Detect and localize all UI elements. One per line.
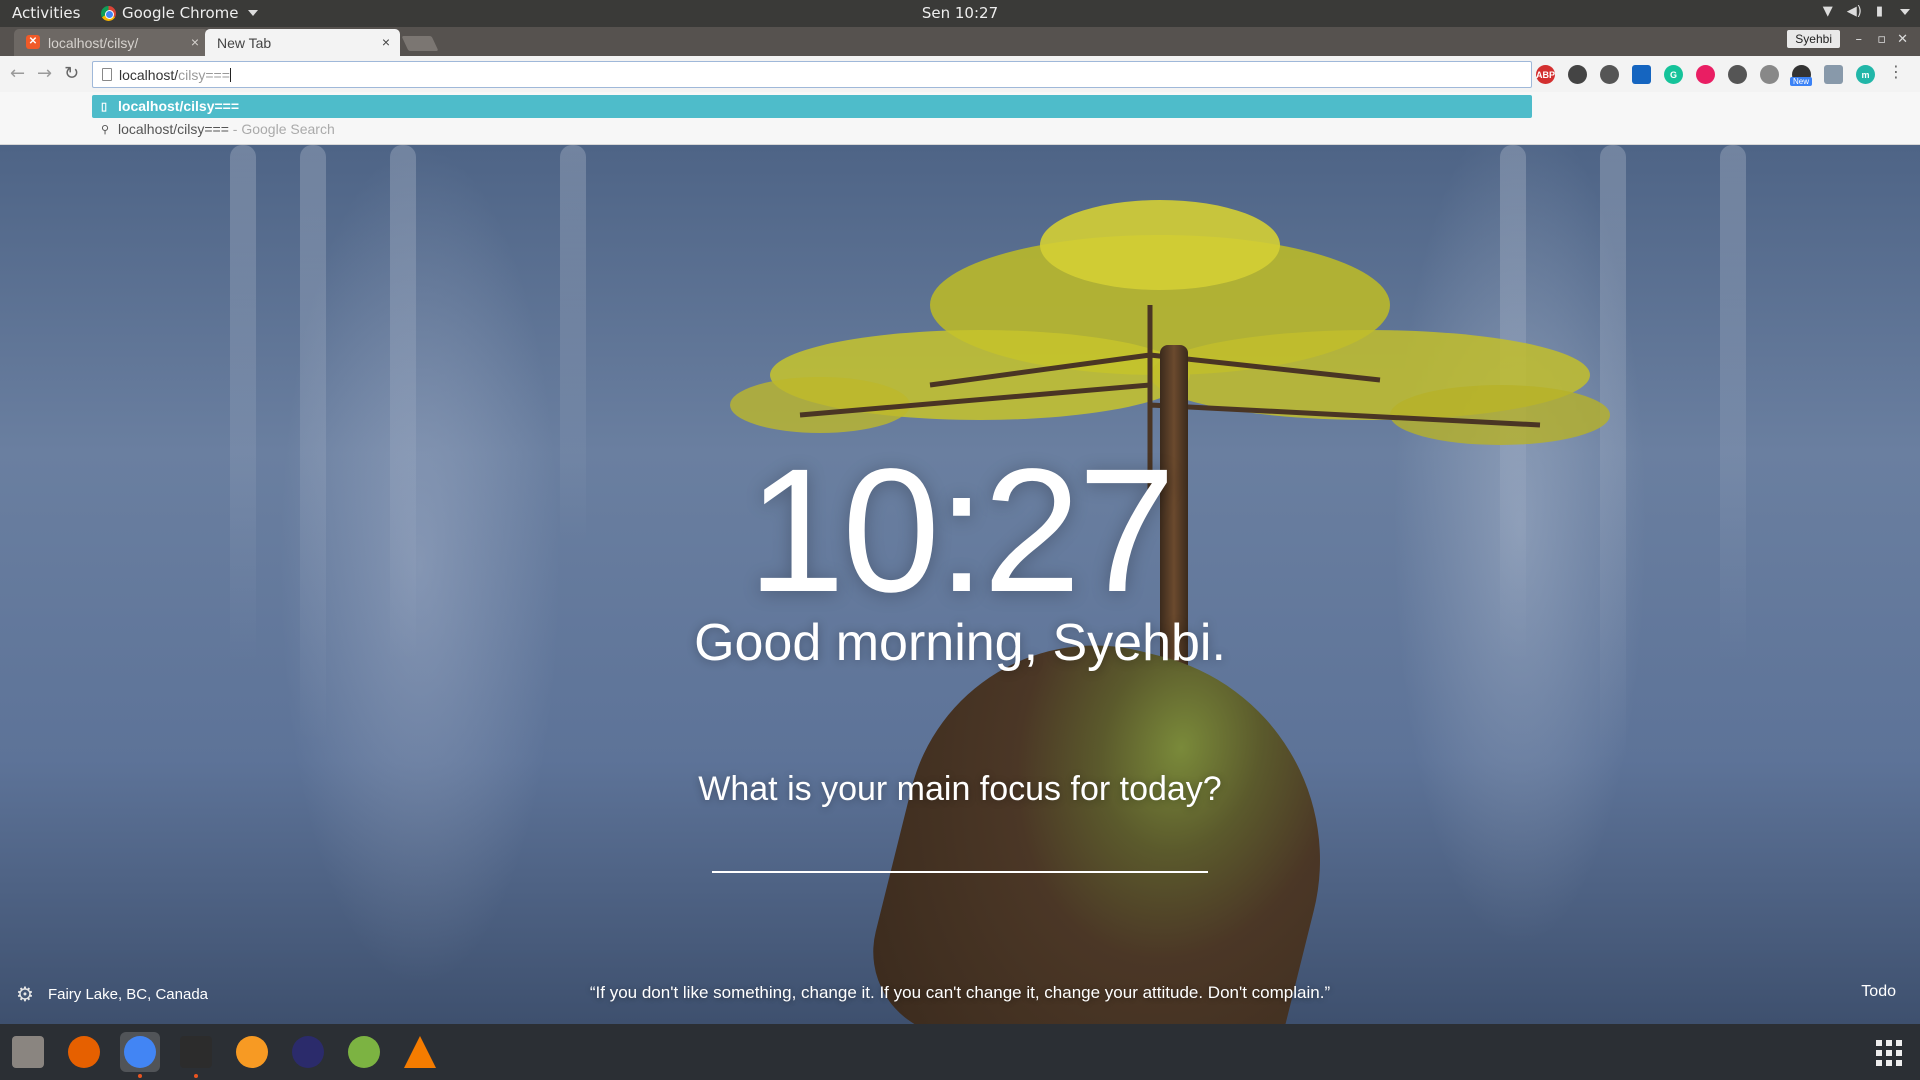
focus-question: What is your main focus for today? (698, 770, 1222, 808)
greeting-text: Good morning, Syehbi. (694, 614, 1226, 672)
code-icon[interactable] (1824, 65, 1843, 84)
todo-button[interactable]: Todo (1861, 983, 1896, 1001)
focus-input[interactable] (712, 835, 1208, 873)
tab-new-tab[interactable]: New Tab × (205, 29, 400, 56)
adblock-plus-icon[interactable]: ABP (1536, 65, 1555, 84)
suggestion-query: localhost/cilsy=== (118, 121, 229, 137)
maximize-icon[interactable]: ▫ (1877, 32, 1886, 47)
visual-studio-code-icon-glyph (292, 1036, 324, 1068)
app-menu[interactable]: Google Chrome (101, 4, 258, 22)
top-bar-clock[interactable]: Sen 10:27 (922, 4, 998, 22)
close-icon[interactable]: × (191, 35, 199, 49)
chevron-down-icon (1900, 8, 1910, 15)
minimize-icon[interactable]: – (1856, 32, 1863, 47)
daily-quote[interactable]: “If you don't like something, change it.… (0, 983, 1920, 1003)
terminal-icon[interactable] (176, 1032, 216, 1078)
sublime-text-icon-glyph (236, 1036, 268, 1068)
trello-icon[interactable] (1632, 65, 1651, 84)
tab-localhost[interactable]: ✕ localhost/cilsy/ × (14, 29, 209, 56)
text-cursor (229, 68, 231, 82)
tab-title: localhost/cilsy/ (48, 35, 139, 51)
system-tray[interactable]: ▼ ◀) ▮ (1823, 4, 1910, 19)
xampp-icon: ✕ (26, 35, 40, 49)
extensions-bar: ABP Gm (1536, 65, 1875, 84)
extension-icon[interactable] (1760, 65, 1779, 84)
firefox-icon[interactable] (64, 1032, 104, 1072)
wifi-icon: ▼ (1822, 4, 1833, 19)
tab-strip: ✕ localhost/cilsy/ × New Tab × Syehbi – … (0, 27, 1920, 56)
new-tab-button[interactable] (401, 36, 439, 51)
vlc-icon[interactable] (400, 1032, 440, 1072)
show-applications-icon[interactable] (1876, 1040, 1902, 1066)
omnibox-suggestions: ▯ localhost/cilsy=== ⚲ localhost/cilsy==… (0, 92, 1920, 145)
visual-studio-code-icon[interactable] (288, 1032, 328, 1072)
volume-icon: ◀) (1846, 4, 1862, 19)
page-icon (102, 68, 112, 81)
suggestion-desc: - Google Search (228, 121, 335, 137)
tab-title: New Tab (217, 35, 272, 51)
suggestion-url[interactable]: ▯ localhost/cilsy=== (92, 95, 1532, 118)
address-bar[interactable]: localhost/cilsy=== (92, 61, 1532, 88)
clock-display: 10:27 (747, 433, 1175, 629)
momentum-icon[interactable]: m (1856, 65, 1875, 84)
page-icon: ▯ (101, 101, 108, 113)
terminal-icon-glyph (180, 1036, 212, 1068)
eyedropper-icon[interactable] (1568, 65, 1587, 84)
address-host: localhost/ (119, 67, 179, 83)
speedometer-icon[interactable] (1600, 65, 1619, 84)
activities-button[interactable]: Activities (12, 4, 80, 22)
vlc-icon-glyph (404, 1036, 436, 1068)
address-path: cilsy=== (178, 67, 230, 83)
chrome-menu-icon[interactable]: ⋮ (1888, 62, 1904, 81)
browser-toolbar: ← → ↻ localhost/cilsy=== ABP Gm (0, 56, 1920, 92)
momentum-dashboard: 10:27 Good morning, Syehbi. What is your… (0, 145, 1920, 1024)
app-menu-label: Google Chrome (122, 4, 239, 22)
gnome-top-bar: Activities Google Chrome Sen 10:27 ▼ ◀) … (0, 0, 1920, 27)
files-icon-glyph (12, 1036, 44, 1068)
chevron-down-icon (247, 10, 258, 16)
android-studio-icon-glyph (348, 1036, 380, 1068)
grammarly-icon[interactable]: G (1664, 65, 1683, 84)
android-studio-icon[interactable] (344, 1032, 384, 1072)
files-icon[interactable] (8, 1032, 48, 1072)
forward-icon[interactable]: → (37, 63, 52, 84)
ubuntu-dock (0, 1024, 1920, 1080)
sublime-text-icon[interactable] (232, 1032, 272, 1072)
chrome-icon-glyph (124, 1036, 156, 1068)
reload-icon[interactable]: ↻ (64, 63, 79, 84)
chrome-icon (101, 5, 116, 21)
close-icon[interactable]: × (382, 35, 390, 49)
firefox-icon-glyph (68, 1036, 100, 1068)
chrome-icon[interactable] (120, 1032, 160, 1078)
battery-icon: ▮ (1875, 4, 1883, 19)
suggestion-search[interactable]: ⚲ localhost/cilsy=== - Google Search (92, 118, 1532, 141)
suggestion-text: localhost/cilsy=== (118, 98, 240, 114)
new-badge: New (1790, 77, 1813, 86)
back-icon[interactable]: ← (10, 63, 25, 84)
color-picker-icon[interactable] (1696, 65, 1715, 84)
mail-icon[interactable] (1728, 65, 1747, 84)
search-icon: ⚲ (101, 124, 110, 136)
close-window-icon[interactable]: ✕ (1897, 32, 1908, 47)
profile-button[interactable]: Syehbi (1787, 30, 1840, 48)
